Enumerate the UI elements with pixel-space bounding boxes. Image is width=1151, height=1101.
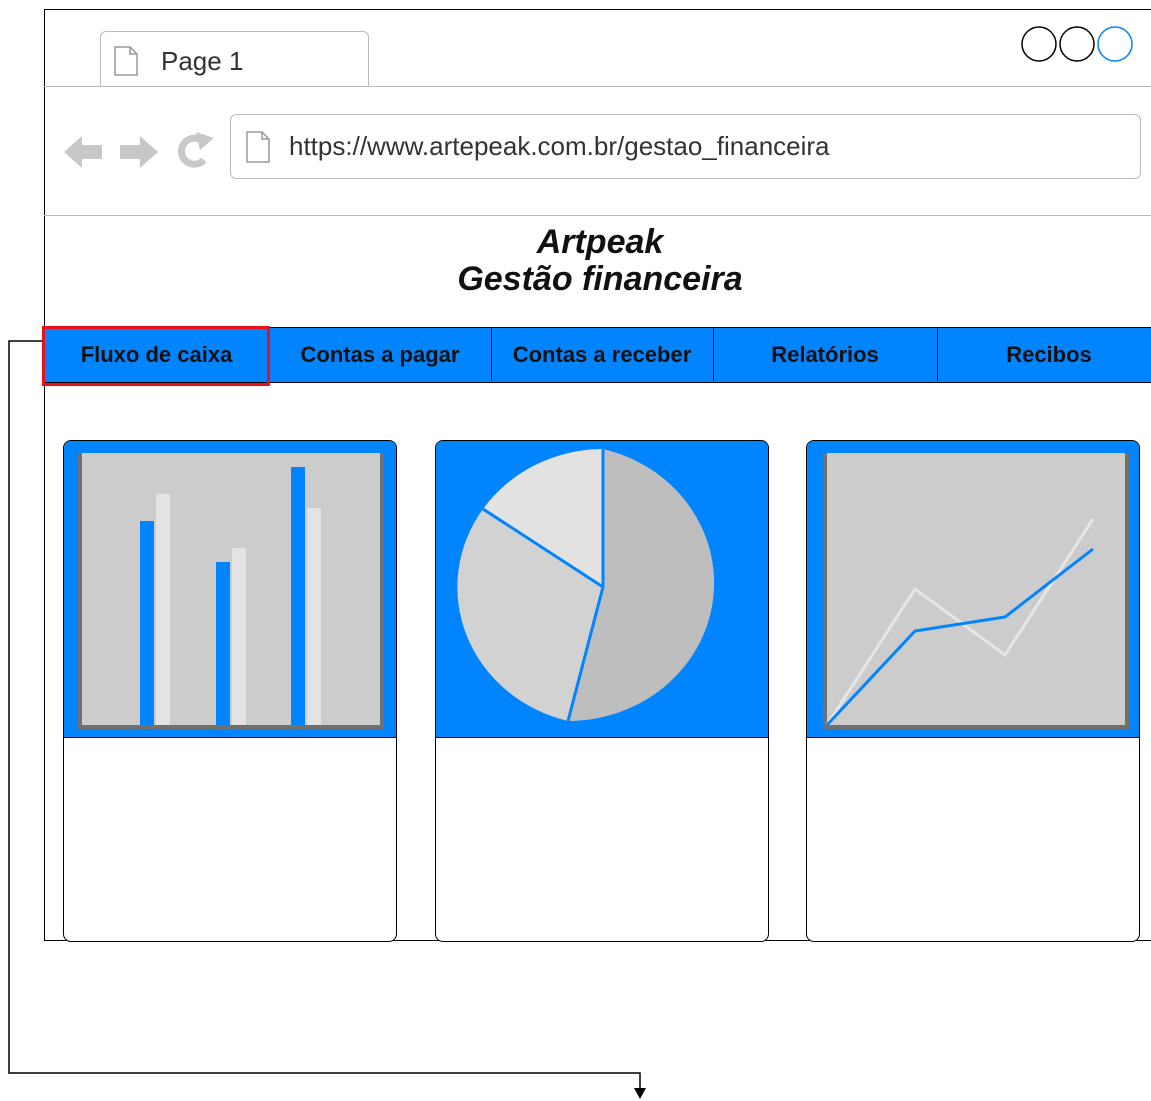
bar (291, 467, 305, 725)
window-controls (1019, 24, 1151, 69)
page-subtitle: Gestão financeira (457, 260, 743, 298)
widget-body (436, 737, 768, 941)
menu-item-recibos[interactable]: Recibos (937, 328, 1151, 381)
browser-tab[interactable]: Page 1 (100, 31, 369, 87)
widget-card-bar[interactable] (63, 440, 397, 942)
bar-chart-icon (78, 453, 384, 729)
pie-chart-icon (457, 449, 715, 722)
widget-card-line[interactable] (806, 440, 1140, 942)
menu-item-contas-a-pagar[interactable]: Contas a pagar (269, 328, 491, 381)
bar (216, 562, 230, 725)
reload-icon (177, 132, 214, 168)
widget-body (807, 737, 1139, 941)
menu-item-relatorios[interactable]: Relatórios (713, 328, 937, 381)
bar (232, 548, 246, 725)
widget-header (64, 441, 396, 737)
page-title: Artpeak Gestão financeira (350, 224, 850, 298)
address-bar[interactable]: https://www.artepeak.com.br/gestao_finan… (230, 114, 1141, 179)
url-text: https://www.artepeak.com.br/gestao_finan… (289, 131, 830, 161)
back-arrow-icon (64, 136, 102, 168)
widget-header (807, 441, 1139, 737)
bar (156, 494, 170, 725)
menu-item-fluxo-de-caixa[interactable]: Fluxo de caixa (44, 328, 269, 381)
widget-header (436, 441, 768, 737)
toolbar-divider (44, 215, 1151, 216)
tab-bar-divider (44, 86, 1151, 87)
window-control-maximize (1097, 26, 1133, 62)
page-icon (113, 46, 139, 81)
page-icon (245, 131, 271, 168)
widget-body (64, 737, 396, 941)
brand-name: Artpeak (536, 223, 664, 261)
window-control-close (1021, 26, 1057, 62)
navigation-controls (64, 130, 220, 179)
bar (140, 521, 154, 725)
tab-label: Page 1 (161, 46, 244, 76)
line-chart-icon (823, 453, 1129, 729)
main-menu: Fluxo de caixa Contas a pagar Contas a r… (44, 327, 1151, 383)
widget-card-pie[interactable] (435, 440, 769, 942)
forward-arrow-icon (120, 136, 158, 168)
bar (307, 508, 321, 725)
menu-item-contas-a-receber[interactable]: Contas a receber (491, 328, 713, 381)
window-control-minimize (1059, 26, 1095, 62)
